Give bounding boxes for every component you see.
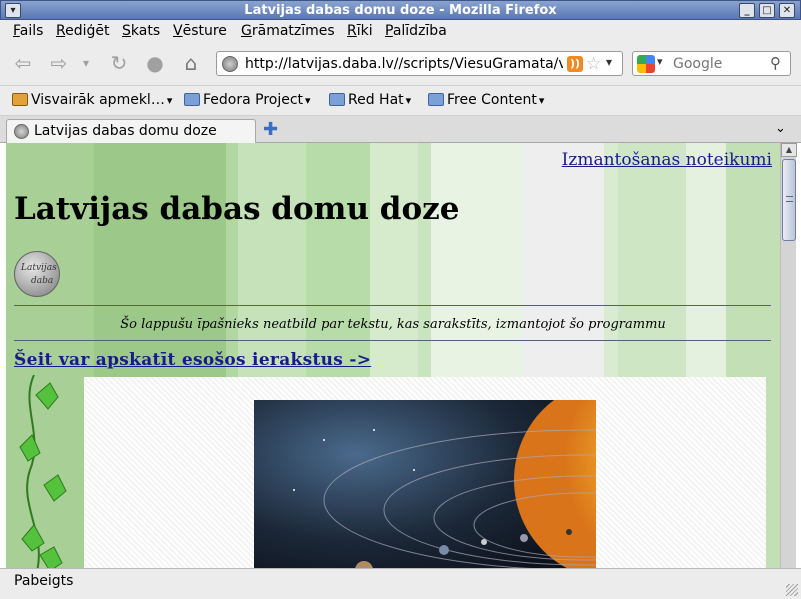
folder-icon xyxy=(428,93,444,106)
ivy-vine-decoration xyxy=(19,375,67,568)
minimize-icon[interactable]: _ xyxy=(739,3,755,18)
folder-icon xyxy=(329,93,345,106)
menubar: Fails Rediģēt Skats Vēsture Grāmatzīmes … xyxy=(0,20,801,42)
bookmark-label: Fedora Project xyxy=(203,92,304,108)
rss-feed-icon[interactable]: )) xyxy=(567,56,583,72)
window-title: Latvijas dabas domu doze - Mozilla Firef… xyxy=(244,3,557,18)
menu-tools[interactable]: Rīki xyxy=(347,23,373,39)
stop-icon[interactable]: ● xyxy=(142,50,168,76)
scroll-up-icon[interactable]: ▲ xyxy=(781,143,797,157)
bookmark-most-visited[interactable]: Visvairāk apmekl… ▾ xyxy=(12,92,172,108)
url-text[interactable]: http://latvijas.daba.lv//scripts/ViesuGr… xyxy=(245,56,563,72)
scrollbar-thumb[interactable] xyxy=(782,159,796,241)
smart-folder-icon xyxy=(12,93,28,106)
menu-history[interactable]: Vēsture xyxy=(173,23,227,39)
bookmark-star-icon[interactable]: ☆ xyxy=(586,54,601,74)
site-logo: Latvijas daba xyxy=(14,251,60,297)
tab-list-chevron-icon[interactable]: ⌄ xyxy=(775,121,786,136)
page-content: Izmantošanas noteikumi Latvijas dabas do… xyxy=(6,143,780,568)
bookmark-label: Free Content xyxy=(447,92,537,108)
site-identity-icon[interactable] xyxy=(222,56,238,72)
bookmarks-toolbar: Visvairāk apmekl… ▾ Fedora Project ▾ Red H… xyxy=(0,86,801,116)
navigation-toolbar: ⇦ ⇨ ▾ ↻ ● ⌂ http://latvijas.daba.lv//scr… xyxy=(0,42,801,86)
menu-help[interactable]: Palīdzība xyxy=(385,23,447,39)
guestbook-panel xyxy=(84,377,766,568)
tab-title: Latvijas dabas domu doze xyxy=(34,123,217,139)
disclaimer-text: Šo lappušu īpašnieks neatbild par tekstu… xyxy=(120,317,666,332)
menu-bookmarks[interactable]: Grāmatzīmes xyxy=(241,23,335,39)
chevron-down-icon: ▾ xyxy=(538,94,545,107)
logo-text-2: daba xyxy=(31,276,54,286)
divider xyxy=(14,305,771,306)
tab-latvijas-dabas[interactable]: Latvijas dabas domu doze xyxy=(6,119,256,144)
view-entries-link[interactable]: Šeit var apskatīt esošos ierakstus -> xyxy=(14,350,371,370)
solar-system-image xyxy=(254,400,596,568)
forward-icon[interactable]: ⇨ xyxy=(46,50,72,76)
search-engine-dropdown-icon[interactable]: ▾ xyxy=(657,55,663,68)
new-tab-icon[interactable]: ✚ xyxy=(263,119,278,140)
chevron-down-icon: ▾ xyxy=(405,94,412,107)
divider xyxy=(14,340,771,341)
window-titlebar[interactable]: ▾ Latvijas dabas domu doze - Mozilla Fir… xyxy=(0,0,801,20)
resize-grip-icon[interactable] xyxy=(786,584,798,596)
page-title: Latvijas dabas domu doze xyxy=(14,191,460,227)
maximize-icon[interactable]: □ xyxy=(759,3,775,18)
tab-strip: Latvijas dabas domu doze ✚ ⌄ xyxy=(0,116,801,144)
chevron-down-icon: ▾ xyxy=(166,94,173,107)
back-icon[interactable]: ⇦ xyxy=(10,50,36,76)
tab-favicon-icon xyxy=(14,124,29,139)
page-scrollbar[interactable]: ▲ xyxy=(780,143,797,568)
search-engine-icon[interactable] xyxy=(637,55,655,73)
search-bar[interactable]: ▾ ⚲ xyxy=(632,51,791,76)
history-dropdown-icon[interactable]: ▾ xyxy=(78,50,94,76)
url-bar[interactable]: http://latvijas.daba.lv//scripts/ViesuGr… xyxy=(216,51,623,76)
menu-edit[interactable]: Rediģēt xyxy=(56,23,110,39)
home-icon[interactable]: ⌂ xyxy=(178,50,204,76)
bookmark-label: Visvairāk apmekl… xyxy=(31,92,165,108)
folder-icon xyxy=(184,93,200,106)
terms-of-use-link[interactable]: Izmantošanas noteikumi xyxy=(562,150,772,170)
bookmark-label: Red Hat xyxy=(348,92,404,108)
url-dropdown-icon[interactable]: ▾ xyxy=(606,55,612,69)
menu-file[interactable]: Fails xyxy=(13,23,43,39)
search-input[interactable] xyxy=(673,55,765,73)
bookmark-free-content[interactable]: Free Content ▾ xyxy=(428,92,544,108)
close-icon[interactable]: ✕ xyxy=(779,3,795,18)
search-icon[interactable]: ⚲ xyxy=(770,54,781,72)
bookmark-red-hat[interactable]: Red Hat ▾ xyxy=(329,92,411,108)
status-text: Pabeigts xyxy=(14,573,74,589)
status-bar: Pabeigts xyxy=(0,568,801,599)
bookmark-fedora-project[interactable]: Fedora Project ▾ xyxy=(184,92,311,108)
menu-view[interactable]: Skats xyxy=(122,23,160,39)
chevron-down-icon: ▾ xyxy=(305,94,311,107)
reload-icon[interactable]: ↻ xyxy=(106,50,132,76)
grip-icon xyxy=(786,196,793,202)
logo-text-1: Latvijas xyxy=(21,263,57,273)
